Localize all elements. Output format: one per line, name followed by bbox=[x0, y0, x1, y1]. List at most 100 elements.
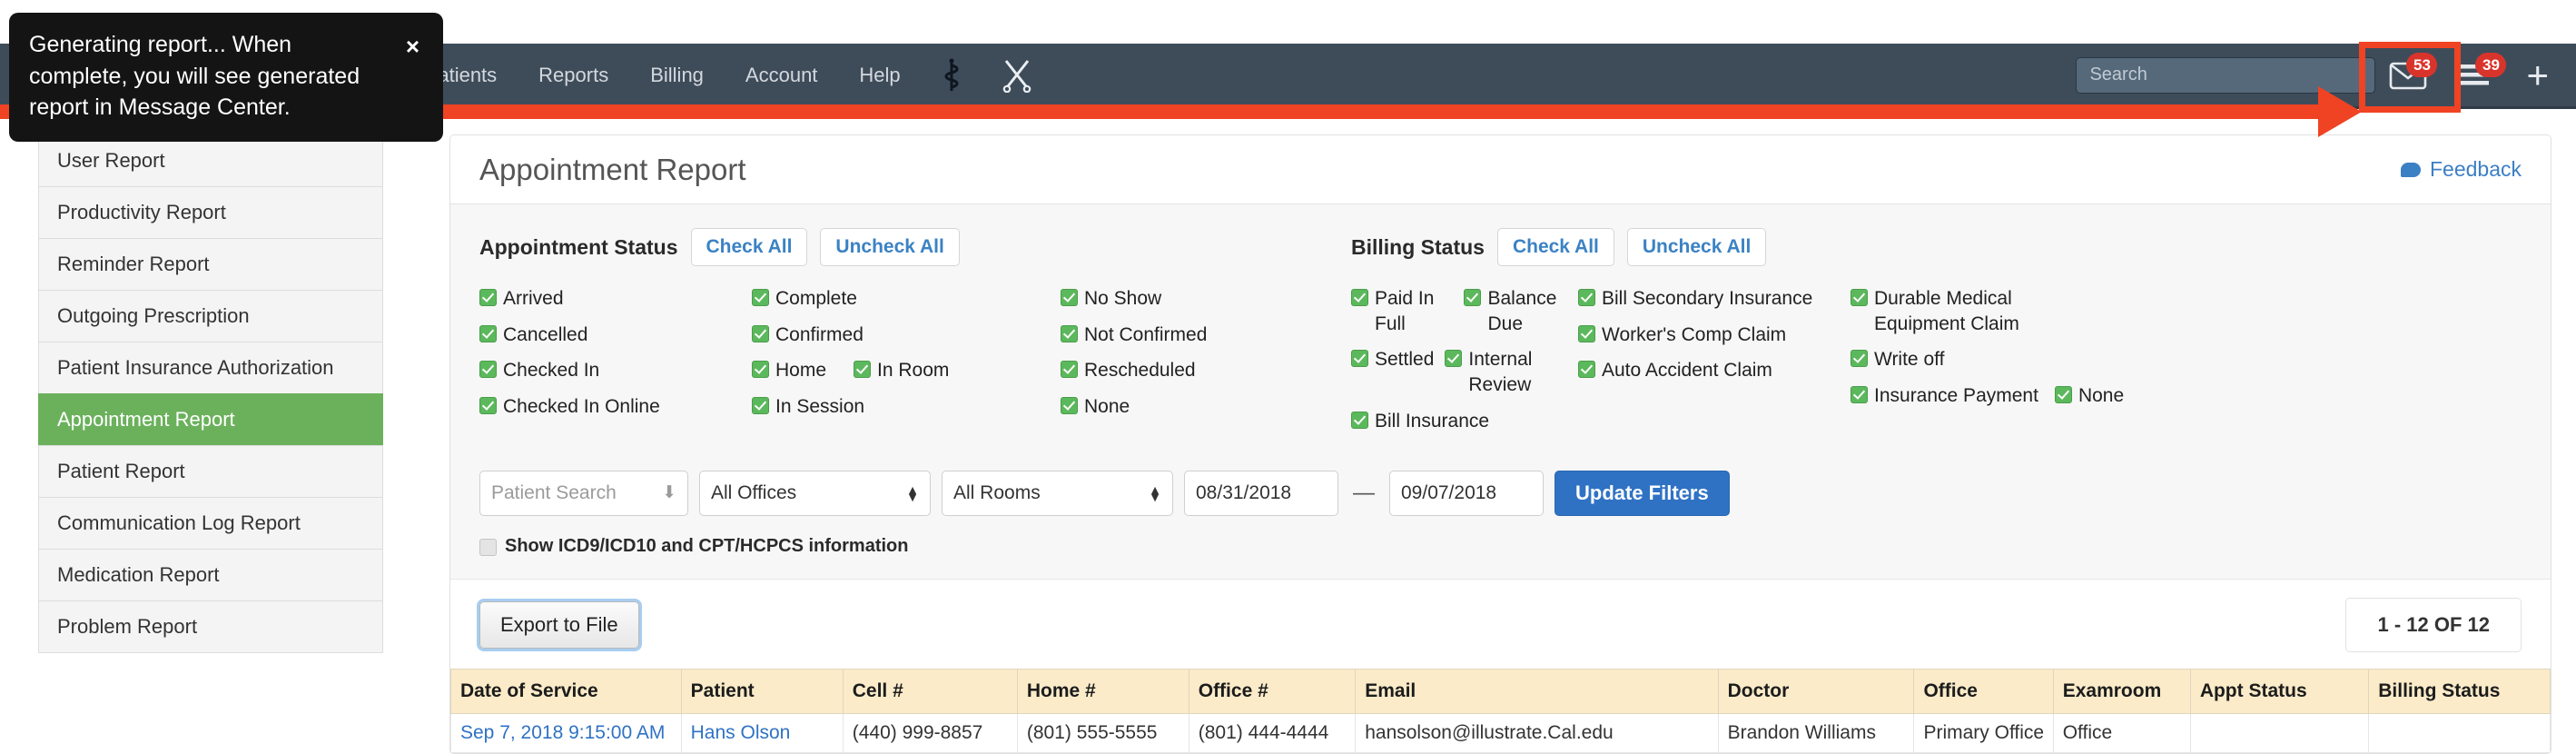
caduceus-icon[interactable] bbox=[922, 58, 982, 93]
export-to-file-button[interactable]: Export to File bbox=[477, 598, 642, 651]
nav-item-account[interactable]: Account bbox=[725, 44, 839, 106]
sidebar-item-patient-report[interactable]: Patient Report bbox=[38, 445, 383, 497]
checkbox-workers-comp-claim[interactable]: Worker's Comp Claim bbox=[1578, 322, 1851, 348]
checkbox-icon bbox=[1445, 350, 1463, 368]
sidebar-item-productivity-report[interactable]: Productivity Report bbox=[38, 186, 383, 238]
sidebar-item-medication-report[interactable]: Medication Report bbox=[38, 549, 383, 600]
billing-status-check-all-button[interactable]: Check All bbox=[1496, 228, 1614, 266]
feedback-link[interactable]: Feedback bbox=[2400, 157, 2522, 182]
column-header-date-of-service[interactable]: Date of Service bbox=[450, 668, 682, 714]
appointment-status-uncheck-all-button[interactable]: Uncheck All bbox=[820, 228, 960, 266]
panel-header: Appointment Report Feedback bbox=[450, 135, 2551, 204]
checkbox-bill-insurance[interactable]: Bill Insurance bbox=[1351, 409, 1578, 434]
sidebar-item-problem-report[interactable]: Problem Report bbox=[38, 600, 383, 653]
checkbox-icon bbox=[752, 289, 769, 306]
checkbox-confirmed[interactable]: Confirmed bbox=[752, 322, 1061, 348]
column-header-billing-status[interactable]: Billing Status bbox=[2368, 668, 2551, 714]
checkbox-paid-in-full[interactable]: Paid In Full bbox=[1351, 286, 1453, 336]
nav-item-reports[interactable]: Reports bbox=[518, 44, 629, 106]
checkbox-in-session[interactable]: In Session bbox=[752, 394, 1061, 420]
room-select[interactable]: All Rooms ▲ ▼ bbox=[942, 470, 1173, 516]
patient-search-placeholder: Patient Search bbox=[491, 481, 617, 503]
checkbox-durable-medical-equipment-claim[interactable]: Durable Medical Equipment Claim bbox=[1851, 286, 2046, 336]
nav-item-billing[interactable]: Billing bbox=[629, 44, 725, 106]
checkbox-checked-in[interactable]: Checked In bbox=[479, 358, 752, 383]
checkbox-icon bbox=[479, 539, 497, 557]
sidebar-item-patient-insurance-authorization[interactable]: Patient Insurance Authorization bbox=[38, 342, 383, 393]
reports-sidebar: User Report Productivity Report Reminder… bbox=[38, 134, 383, 653]
checkbox-rescheduled[interactable]: Rescheduled bbox=[1061, 358, 1315, 383]
office-select[interactable]: All Offices ▲ ▼ bbox=[699, 470, 931, 516]
update-filters-button[interactable]: Update Filters bbox=[1554, 470, 1730, 516]
sidebar-item-outgoing-prescription[interactable]: Outgoing Prescription bbox=[38, 290, 383, 342]
checkbox-billing-none[interactable]: None bbox=[2054, 383, 2124, 409]
column-header-examroom[interactable]: Examroom bbox=[2052, 668, 2191, 714]
plus-icon[interactable]: + bbox=[2510, 55, 2558, 94]
close-icon[interactable]: × bbox=[406, 35, 419, 58]
column-header-email[interactable]: Email bbox=[1355, 668, 1719, 714]
toast-notification: Generating report... When complete, you … bbox=[9, 13, 443, 142]
checkbox-icon bbox=[1061, 361, 1078, 379]
cell-date-of-service[interactable]: Sep 7, 2018 9:15:00 AM bbox=[450, 712, 682, 753]
checkbox-label: Bill Secondary Insurance bbox=[1602, 288, 1813, 309]
billing-status-uncheck-all-button[interactable]: Uncheck All bbox=[1626, 228, 1767, 266]
sidebar-item-communication-log-report[interactable]: Communication Log Report bbox=[38, 497, 383, 549]
checkbox-write-off[interactable]: Write off bbox=[1851, 347, 2150, 372]
results-toolbar: Export to File 1 - 12 OF 12 bbox=[450, 578, 2551, 669]
checkbox-icon bbox=[1351, 289, 1368, 306]
checkbox-settled[interactable]: Settled bbox=[1351, 347, 1434, 397]
checkbox-in-room[interactable]: In Room bbox=[854, 358, 949, 383]
checkbox-insurance-payment[interactable]: Insurance Payment bbox=[1851, 383, 2038, 409]
checkbox-icon bbox=[1464, 289, 1482, 306]
column-header-doctor[interactable]: Doctor bbox=[1717, 668, 1915, 714]
start-date-input[interactable]: 08/31/2018 bbox=[1184, 470, 1338, 516]
cell-appt-status bbox=[2189, 712, 2370, 753]
page-title: Appointment Report bbox=[479, 152, 746, 186]
table-row[interactable]: Sep 7, 2018 9:15:00 AM Hans Olson (440) … bbox=[450, 712, 2551, 753]
checkbox-label: Rescheduled bbox=[1084, 360, 1196, 382]
table-header-row: Date of Service Patient Cell # Home # Of… bbox=[450, 668, 2551, 714]
checkbox-label: Bill Insurance bbox=[1375, 410, 1490, 432]
checkbox-auto-accident-claim[interactable]: Auto Accident Claim bbox=[1578, 358, 1851, 383]
checkbox-appt-none[interactable]: None bbox=[1061, 394, 1315, 420]
end-date-input[interactable]: 09/07/2018 bbox=[1389, 470, 1544, 516]
checkbox-complete[interactable]: Complete bbox=[752, 286, 1061, 312]
checkbox-label: Durable Medical Equipment Claim bbox=[1874, 288, 2019, 334]
checkbox-icon bbox=[1061, 324, 1078, 342]
checkbox-arrived[interactable]: Arrived bbox=[479, 286, 752, 312]
checkbox-cancelled[interactable]: Cancelled bbox=[479, 322, 752, 348]
checkbox-internal-review[interactable]: Internal Review bbox=[1445, 347, 1578, 397]
patient-search-input[interactable]: Patient Search ⬇ bbox=[479, 470, 688, 516]
sidebar-item-appointment-report[interactable]: Appointment Report bbox=[38, 393, 383, 445]
cell-office: Primary Office bbox=[1913, 712, 2054, 753]
nav-menu: Schedule Clinical Patients Reports Billi… bbox=[173, 44, 2076, 106]
column-header-patient[interactable]: Patient bbox=[680, 668, 844, 714]
nav-item-help[interactable]: Help bbox=[838, 44, 921, 106]
checkbox-icon bbox=[854, 361, 872, 379]
sidebar-item-user-report[interactable]: User Report bbox=[38, 134, 383, 186]
checkbox-label: Checked In bbox=[503, 360, 600, 382]
column-header-office-phone[interactable]: Office # bbox=[1188, 668, 1357, 714]
scissors-icon[interactable] bbox=[982, 58, 1052, 93]
icd-toggle-row[interactable]: Show ICD9/ICD10 and CPT/HCPCS informatio… bbox=[479, 536, 2522, 579]
checkbox-balance-due[interactable]: Balance Due bbox=[1464, 286, 1578, 336]
checkbox-checked-in-online[interactable]: Checked In Online bbox=[479, 394, 752, 420]
checkbox-home[interactable]: Home bbox=[752, 358, 826, 383]
checkbox-not-confirmed[interactable]: Not Confirmed bbox=[1061, 322, 1315, 348]
cell-home-phone: (801) 555-5555 bbox=[1016, 712, 1189, 753]
column-header-office[interactable]: Office bbox=[1913, 668, 2054, 714]
column-header-home[interactable]: Home # bbox=[1016, 668, 1189, 714]
appointment-status-check-all-button[interactable]: Check All bbox=[690, 228, 808, 266]
cell-billing-status bbox=[2368, 712, 2551, 753]
cell-patient[interactable]: Hans Olson bbox=[680, 712, 844, 753]
checkbox-icon bbox=[1851, 350, 1868, 368]
annotation-highlight-box bbox=[2359, 42, 2461, 113]
sidebar-item-reminder-report[interactable]: Reminder Report bbox=[38, 238, 383, 290]
checkbox-bill-secondary-insurance[interactable]: Bill Secondary Insurance bbox=[1578, 286, 1851, 312]
checkbox-icon bbox=[1061, 397, 1078, 415]
column-header-appt-status[interactable]: Appt Status bbox=[2189, 668, 2370, 714]
column-header-cell[interactable]: Cell # bbox=[842, 668, 1018, 714]
checkbox-no-show[interactable]: No Show bbox=[1061, 286, 1315, 312]
checkbox-icon bbox=[479, 397, 497, 415]
checkbox-label: None bbox=[1084, 396, 1130, 418]
